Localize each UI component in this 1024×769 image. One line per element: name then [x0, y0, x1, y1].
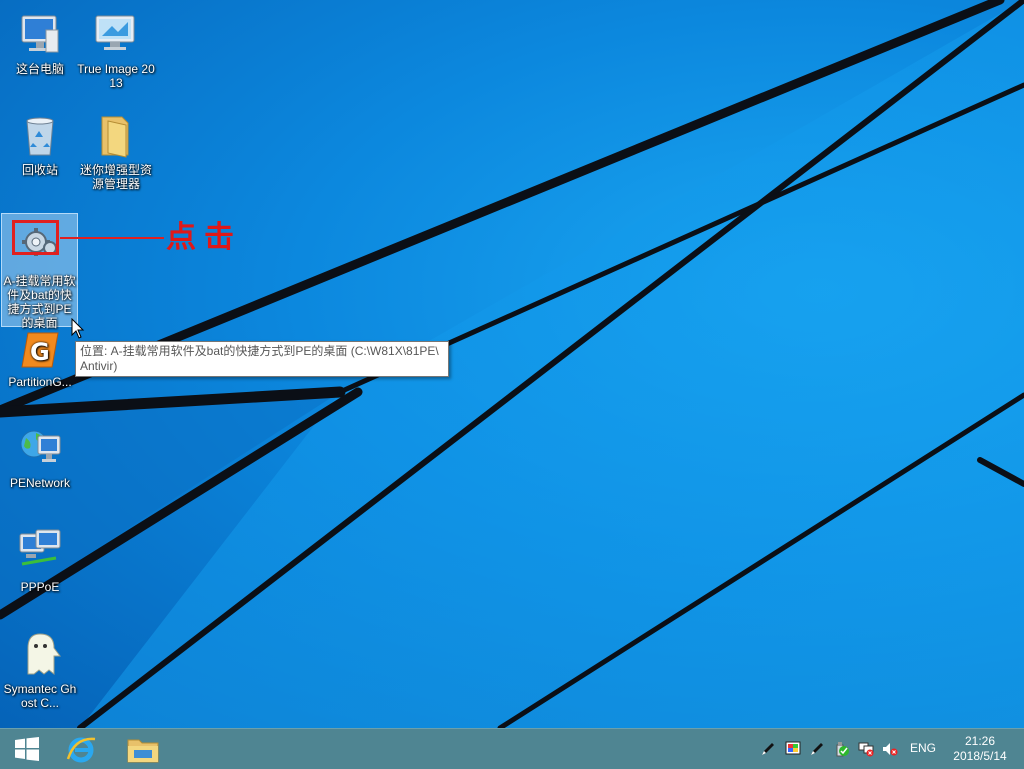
desktop-icon-mini-explorer[interactable]: 迷你增强型资源管理器 [77, 111, 155, 191]
desktop-icon-label: PartitionG... [8, 375, 72, 389]
desktop[interactable]: 这台电脑 True Image 2013 回收站 迷你增强型资源管理器 A-挂载… [0, 0, 1024, 728]
taskbar-internet-explorer[interactable] [54, 729, 108, 769]
annotation-pointer-line [60, 237, 164, 239]
mouse-cursor-icon [71, 318, 85, 339]
recycle-bin-icon [16, 111, 64, 159]
desktop-icon-label: A-挂载常用软件及bat的快捷方式到PE的桌面 [3, 274, 76, 330]
desktop-icon-this-pc[interactable]: 这台电脑 [1, 10, 79, 76]
true-image-icon [92, 10, 140, 58]
taskbar-file-explorer[interactable] [116, 729, 170, 769]
desktop-icon-penetwork[interactable]: PENetwork [1, 424, 79, 490]
desktop-icon-label: Symantec Ghost C... [3, 682, 77, 710]
desktop-icon-label: 回收站 [21, 163, 58, 177]
desktop-icon-pppoe[interactable]: PPPoE [1, 528, 79, 594]
annotation-click-label: 点击 [166, 221, 242, 254]
tooltip: 位置: A-挂载常用软件及bat的快捷方式到PE的桌面 (C:\W81X\81P… [75, 341, 449, 377]
volume-muted-icon[interactable] [882, 741, 898, 757]
desktop-icon-partitionguru[interactable]: G PartitionG... [1, 327, 79, 389]
pen-icon-2[interactable] [809, 741, 825, 757]
tooltip-line-1: 位置: A-挂载常用软件及bat的快捷方式到PE的桌面 (C:\W81X\81P… [80, 344, 439, 358]
svg-text:G: G [30, 338, 50, 366]
desktop-icon-true-image[interactable]: True Image 2013 [77, 10, 155, 90]
file-explorer-icon [127, 739, 159, 763]
desktop-icon-recycle-bin[interactable]: 回收站 [1, 111, 79, 177]
display-color-icon[interactable] [785, 741, 801, 757]
taskbar: ENG 21:26 2018/5/14 [0, 728, 1024, 769]
folder-icon [92, 111, 140, 159]
start-button[interactable] [0, 729, 54, 769]
windows-start-icon [15, 737, 39, 761]
annotation-highlight-box [12, 220, 59, 255]
desktop-icon-symantec-ghost[interactable]: Symantec Ghost C... [1, 630, 79, 710]
desktop-icon-label: 迷你增强型资源管理器 [79, 163, 152, 191]
computer-icon [16, 10, 64, 58]
partition-guru-icon: G [16, 327, 64, 375]
security-shield-icon[interactable] [838, 745, 850, 757]
clock-time: 21:26 [964, 734, 996, 748]
pen-icon[interactable] [760, 741, 776, 757]
desktop-icon-label: PENetwork [9, 476, 71, 490]
input-language-indicator[interactable]: ENG [910, 741, 936, 755]
clock-date: 2018/5/14 [953, 749, 1007, 763]
desktop-icon-label: 这台电脑 [15, 62, 64, 76]
desktop-icon-label: PPPoE [20, 580, 60, 594]
desktop-icon-label: True Image 2013 [77, 62, 155, 90]
system-clock[interactable]: 21:26 2018/5/14 [944, 734, 1016, 764]
network-globe-icon [16, 424, 64, 472]
internet-explorer-icon [66, 737, 96, 763]
network-disconnected-icon[interactable] [858, 741, 874, 757]
pppoe-icon [16, 528, 64, 576]
ghost-icon [16, 630, 64, 678]
tooltip-line-2: Antivir) [80, 359, 118, 373]
